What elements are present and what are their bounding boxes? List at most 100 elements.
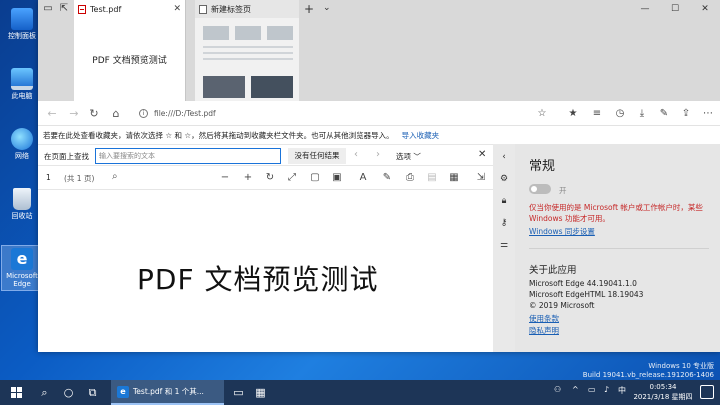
sync-toggle[interactable] — [529, 184, 551, 194]
info-icon[interactable]: i — [139, 109, 148, 118]
pdf-toolbar: 1 (共 1 页) ⌕ − + ↻ ⤢ ▢ ▣ A ✎ ⎙ ▤ ▦ ⇲ — [38, 166, 493, 190]
tab-preview — [195, 18, 299, 101]
about-title: 关于此应用 — [529, 265, 577, 276]
windows-sync-settings-link[interactable]: Windows 同步设置 — [529, 226, 595, 237]
taskbar-edge-task[interactable]: e Test.pdf 和 1 个其... — [111, 380, 224, 405]
clock[interactable]: 0:05:34 2021/3/18 星期四 — [628, 382, 698, 402]
favorite-star-icon[interactable]: ☆ — [534, 106, 550, 122]
start-button[interactable] — [0, 380, 32, 405]
layout-icon[interactable]: ▣ — [330, 171, 344, 185]
pen-icon[interactable]: ✎ — [656, 106, 672, 122]
network-tray-icon[interactable]: ▭ — [588, 385, 596, 394]
tab-strip: ▭ ⇱ Test.pdf ✕ PDF 文档预览测试 新建标签页 + ⌄ — ☐ … — [38, 0, 720, 101]
tab-preview-icon[interactable]: ▭ — [40, 1, 56, 17]
desktop-icon-edge[interactable]: e Microsoft Edge — [1, 245, 43, 291]
page-icon — [199, 4, 207, 14]
control-panel-icon — [11, 8, 33, 30]
notification-center-icon[interactable] — [700, 385, 714, 399]
find-options-button[interactable]: 选项 ﹀ — [396, 151, 421, 162]
find-next-icon[interactable]: › — [376, 149, 380, 160]
pin-toolbar-icon[interactable]: ⇲ — [474, 171, 488, 185]
new-tab-button[interactable]: + — [304, 2, 314, 16]
search-icon[interactable]: ⌕ — [112, 171, 118, 182]
taskbar-task-label: Test.pdf 和 1 个其... — [133, 387, 204, 396]
settings-nav: ‹ ⚙ 🔒︎ ⚷ ⚌ — [493, 144, 515, 352]
volume-icon[interactable]: ♪ — [604, 385, 609, 394]
chevron-down-icon[interactable]: ⌄ — [323, 3, 331, 13]
page-number-input[interactable]: 1 — [46, 173, 51, 182]
windows-edition-watermark: Windows 10 专业版 — [648, 362, 714, 370]
tab-test-pdf[interactable]: Test.pdf ✕ PDF 文档预览测试 — [74, 0, 186, 101]
people-icon[interactable]: ⚇ — [554, 385, 561, 394]
pdf-content: PDF 文档预览测试 — [137, 263, 379, 296]
print-icon[interactable]: ⎙ — [403, 171, 417, 185]
import-favorites-link[interactable]: 导入收藏夹 — [402, 130, 440, 141]
history-icon[interactable]: ◷ — [612, 106, 628, 122]
url-field[interactable]: i file:///D:/Test.pdf — [133, 104, 553, 123]
page-view-icon[interactable]: ▢ — [308, 171, 322, 185]
search-icon[interactable]: ⌕ — [36, 384, 53, 401]
desktop-icon-network[interactable]: 网络 — [2, 128, 42, 160]
more-icon[interactable]: ⋯ — [700, 106, 716, 122]
clock-time: 0:05:34 — [649, 383, 677, 391]
refresh-button[interactable]: ↻ — [86, 106, 102, 122]
desktop-icon-label: 控制面板 — [8, 32, 36, 40]
edge-icon: e — [11, 248, 33, 270]
file-explorer-icon[interactable]: ▭ — [230, 384, 247, 401]
reading-list-icon[interactable]: ≡ — [589, 106, 605, 122]
desktop-icon-recycle-bin[interactable]: 回收站 — [2, 188, 42, 220]
find-previous-icon[interactable]: ‹ — [354, 149, 358, 160]
share-icon[interactable]: ⇪ — [678, 106, 694, 122]
back-button[interactable]: ← — [44, 106, 60, 122]
rotate-icon[interactable]: ↻ — [263, 171, 277, 185]
show-hidden-icons[interactable]: ^ — [572, 385, 579, 394]
windows-build-watermark: Build 19041.vb_release.191206-1406 — [582, 371, 714, 379]
clock-date: 2021/3/18 星期四 — [633, 393, 693, 401]
desktop-icon-this-pc[interactable]: 此电脑 — [2, 68, 42, 100]
zoom-out-icon[interactable]: − — [218, 171, 232, 185]
find-bar: 在页面上查找 没有任何结果 ‹ › 选项 ﹀ ✕ — [38, 144, 493, 166]
terms-of-use-link[interactable]: 使用条款 — [529, 313, 559, 324]
cortana-icon[interactable]: ○ — [60, 384, 77, 401]
desktop-icon-control-panel[interactable]: 控制面板 — [2, 8, 42, 40]
ime-indicator[interactable]: 中 — [618, 385, 626, 396]
windows-logo-icon — [11, 387, 22, 398]
gear-icon[interactable]: ⚙ — [497, 172, 511, 186]
find-label: 在页面上查找 — [44, 152, 89, 161]
favorites-hub-icon[interactable]: ★ — [565, 106, 581, 122]
fit-page-icon[interactable]: ⤢ — [285, 171, 299, 185]
pdf-page: PDF 文档预览测试 — [38, 190, 493, 352]
page-total: (共 1 页) — [64, 174, 95, 183]
privacy-statement-link[interactable]: 隐私声明 — [529, 325, 559, 336]
store-icon[interactable]: ▦ — [252, 384, 269, 401]
copyright: © 2019 Microsoft — [529, 301, 595, 310]
save-icon[interactable]: ▤ — [425, 171, 439, 185]
password-icon[interactable]: ⚷ — [497, 216, 511, 230]
tab-new-tab[interactable]: 新建标签页 — [195, 0, 299, 101]
desktop-icon-label: Microsoft Edge — [6, 272, 38, 288]
find-input[interactable] — [95, 148, 281, 164]
save-as-icon[interactable]: ▦ — [447, 171, 461, 185]
maximize-button[interactable]: ☐ — [660, 0, 690, 18]
tab-header: Test.pdf ✕ — [74, 0, 185, 18]
settings-title: 常规 — [529, 159, 556, 174]
close-window-button[interactable]: ✕ — [690, 0, 720, 18]
advanced-settings-icon[interactable]: ⚌ — [497, 238, 511, 252]
close-find-icon[interactable]: ✕ — [478, 149, 486, 160]
task-view-icon[interactable]: ⧉ — [84, 384, 101, 401]
address-bar: ← → ↻ ⌂ i file:///D:/Test.pdf ☆ ★ ≡ ◷ ⤓ … — [38, 101, 720, 126]
read-aloud-icon[interactable]: A — [356, 171, 370, 185]
collapse-chevron-icon[interactable]: ‹ — [497, 150, 511, 164]
favorites-bar: 若要在此处查看收藏夹，请依次选择 ☆ 和 ☆，然后将其拖动到收藏夹栏文件夹。也可… — [38, 126, 720, 144]
tab-aside-icon[interactable]: ⇱ — [56, 1, 72, 17]
downloads-icon[interactable]: ⤓ — [634, 106, 650, 122]
highlight-icon[interactable]: ✎ — [380, 171, 394, 185]
zoom-in-icon[interactable]: + — [241, 171, 255, 185]
lock-icon[interactable]: 🔒︎ — [497, 194, 511, 208]
this-pc-icon — [11, 68, 33, 90]
close-tab-icon[interactable]: ✕ — [173, 4, 181, 14]
forward-button[interactable]: → — [66, 106, 82, 122]
minimize-button[interactable]: — — [630, 0, 660, 18]
settings-pane: 常规 ✕ 开 仅当你使用的是 Microsoft 帐户或工作帐户时，某些 Win… — [515, 144, 720, 352]
home-button[interactable]: ⌂ — [108, 106, 124, 122]
